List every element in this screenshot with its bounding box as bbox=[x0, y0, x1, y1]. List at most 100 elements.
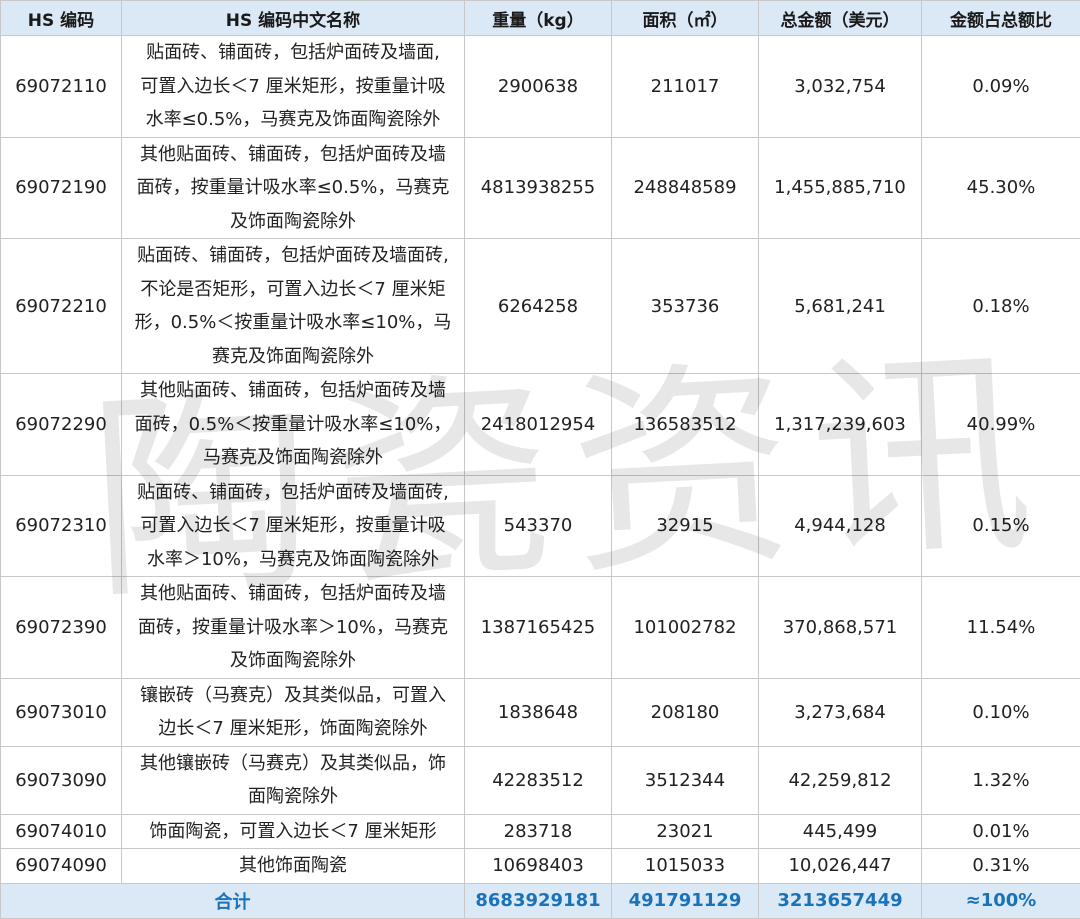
hs-code-cell: 69072290 bbox=[1, 374, 122, 476]
total-weight: 8683929181 bbox=[465, 883, 612, 918]
share-cell: 0.15% bbox=[922, 475, 1080, 577]
area-cell: 211017 bbox=[612, 36, 759, 138]
area-cell: 136583512 bbox=[612, 374, 759, 476]
column-header: 重量（kg） bbox=[465, 1, 612, 36]
hs-name-line: 其他贴面砖、铺面砖，包括炉面砖及墙 bbox=[128, 138, 458, 172]
share-cell: 0.10% bbox=[922, 678, 1080, 746]
share-cell: 0.09% bbox=[922, 36, 1080, 138]
hs-name-line: 镶嵌砖（马赛克）及其类似品，可置入 bbox=[128, 679, 458, 713]
hs-name-line: 其他贴面砖、铺面砖，包括炉面砖及墙 bbox=[128, 577, 458, 611]
hs-name-cell: 贴面砖、铺面砖，包括炉面砖及墙面砖,可置入边长＜7 厘米矩形，按重量计吸水率＞1… bbox=[122, 475, 465, 577]
hs-name-cell: 镶嵌砖（马赛克）及其类似品，可置入边长＜7 厘米矩形，饰面陶瓷除外 bbox=[122, 678, 465, 746]
hs-name-line: 可置入边长＜7 厘米矩形，按重量计吸 bbox=[128, 70, 458, 104]
hs-code-cell: 69074010 bbox=[1, 814, 122, 849]
amount-cell: 445,499 bbox=[759, 814, 922, 849]
amount-cell: 42,259,812 bbox=[759, 746, 922, 814]
amount-cell: 3,273,684 bbox=[759, 678, 922, 746]
column-header: HS 编码中文名称 bbox=[122, 1, 465, 36]
hs-name-line: 边长＜7 厘米矩形，饰面陶瓷除外 bbox=[128, 712, 458, 746]
amount-cell: 3,032,754 bbox=[759, 36, 922, 138]
total-area: 491791129 bbox=[612, 883, 759, 918]
table-row: 69072110贴面砖、铺面砖，包括炉面砖及墙面,可置入边长＜7 厘米矩形，按重… bbox=[1, 36, 1080, 138]
weight-cell: 1387165425 bbox=[465, 577, 612, 679]
column-header: HS 编码 bbox=[1, 1, 122, 36]
hs-name-line: 其他贴面砖、铺面砖，包括炉面砖及墙 bbox=[128, 374, 458, 408]
column-header: 金额占总额比 bbox=[922, 1, 1080, 36]
share-cell: 0.31% bbox=[922, 849, 1080, 884]
share-cell: 0.18% bbox=[922, 239, 1080, 374]
hs-code-cell: 69074090 bbox=[1, 849, 122, 884]
hs-name-line: 面砖，按重量计吸水率≤0.5%，马赛克 bbox=[128, 171, 458, 205]
table-row: 69072190其他贴面砖、铺面砖，包括炉面砖及墙面砖，按重量计吸水率≤0.5%… bbox=[1, 137, 1080, 239]
hs-name-line: 赛克及饰面陶瓷除外 bbox=[128, 340, 458, 374]
hs-name-line: 水率＞10%，马赛克及饰面陶瓷除外 bbox=[128, 543, 458, 577]
table-row: 69072390其他贴面砖、铺面砖，包括炉面砖及墙面砖，按重量计吸水率＞10%，… bbox=[1, 577, 1080, 679]
hs-name-line: 可置入边长＜7 厘米矩形，按重量计吸 bbox=[128, 509, 458, 543]
hs-name-line: 面陶瓷除外 bbox=[128, 780, 458, 814]
total-row: 合计 8683929181 491791129 3213657449 ≈100% bbox=[1, 883, 1080, 918]
hs-name-line: 及饰面陶瓷除外 bbox=[128, 205, 458, 239]
column-header: 面积（㎡） bbox=[612, 1, 759, 36]
hs-name-line: 形，0.5%＜按重量计吸水率≤10%，马 bbox=[128, 306, 458, 340]
weight-cell: 2418012954 bbox=[465, 374, 612, 476]
weight-cell: 1838648 bbox=[465, 678, 612, 746]
amount-cell: 10,026,447 bbox=[759, 849, 922, 884]
weight-cell: 6264258 bbox=[465, 239, 612, 374]
hs-name-line: 其他镶嵌砖（马赛克）及其类似品，饰 bbox=[128, 747, 458, 781]
hs-name-line: 水率≤0.5%，马赛克及饰面陶瓷除外 bbox=[128, 103, 458, 137]
header-row: HS 编码HS 编码中文名称重量（kg）面积（㎡）总金额（美元）金额占总额比 bbox=[1, 1, 1080, 36]
hs-name-line: 贴面砖、铺面砖，包括炉面砖及墙面砖, bbox=[128, 476, 458, 510]
hs-name-cell: 其他贴面砖、铺面砖，包括炉面砖及墙面砖，按重量计吸水率≤0.5%，马赛克及饰面陶… bbox=[122, 137, 465, 239]
hs-code-cell: 69072210 bbox=[1, 239, 122, 374]
table-row: 69073090其他镶嵌砖（马赛克）及其类似品，饰面陶瓷除外4228351235… bbox=[1, 746, 1080, 814]
hs-code-cell: 69072390 bbox=[1, 577, 122, 679]
hs-name-line: 贴面砖、铺面砖，包括炉面砖及墙面, bbox=[128, 36, 458, 70]
amount-cell: 370,868,571 bbox=[759, 577, 922, 679]
hs-name-cell: 其他贴面砖、铺面砖，包括炉面砖及墙面砖，0.5%＜按重量计吸水率≤10%，马赛克… bbox=[122, 374, 465, 476]
table-row: 69074010饰面陶瓷，可置入边长＜7 厘米矩形28371823021445,… bbox=[1, 814, 1080, 849]
weight-cell: 543370 bbox=[465, 475, 612, 577]
column-header: 总金额（美元） bbox=[759, 1, 922, 36]
hs-code-table: HS 编码HS 编码中文名称重量（kg）面积（㎡）总金额（美元）金额占总额比 6… bbox=[0, 0, 1080, 919]
amount-cell: 4,944,128 bbox=[759, 475, 922, 577]
table-body: 69072110贴面砖、铺面砖，包括炉面砖及墙面,可置入边长＜7 厘米矩形，按重… bbox=[1, 36, 1080, 884]
area-cell: 3512344 bbox=[612, 746, 759, 814]
area-cell: 101002782 bbox=[612, 577, 759, 679]
area-cell: 23021 bbox=[612, 814, 759, 849]
hs-name-cell: 贴面砖、铺面砖，包括炉面砖及墙面,可置入边长＜7 厘米矩形，按重量计吸水率≤0.… bbox=[122, 36, 465, 138]
area-cell: 208180 bbox=[612, 678, 759, 746]
hs-code-cell: 69073010 bbox=[1, 678, 122, 746]
total-amount: 3213657449 bbox=[759, 883, 922, 918]
share-cell: 45.30% bbox=[922, 137, 1080, 239]
share-cell: 40.99% bbox=[922, 374, 1080, 476]
hs-name-line: 及饰面陶瓷除外 bbox=[128, 644, 458, 678]
share-cell: 0.01% bbox=[922, 814, 1080, 849]
area-cell: 353736 bbox=[612, 239, 759, 374]
hs-name-line: 贴面砖、铺面砖，包括炉面砖及墙面砖, bbox=[128, 239, 458, 273]
hs-name-cell: 其他饰面陶瓷 bbox=[122, 849, 465, 884]
hs-name-cell: 饰面陶瓷，可置入边长＜7 厘米矩形 bbox=[122, 814, 465, 849]
area-cell: 248848589 bbox=[612, 137, 759, 239]
hs-code-cell: 69073090 bbox=[1, 746, 122, 814]
hs-name-line: 饰面陶瓷，可置入边长＜7 厘米矩形 bbox=[128, 815, 458, 849]
area-cell: 32915 bbox=[612, 475, 759, 577]
amount-cell: 5,681,241 bbox=[759, 239, 922, 374]
hs-name-cell: 其他贴面砖、铺面砖，包括炉面砖及墙面砖，按重量计吸水率＞10%，马赛克及饰面陶瓷… bbox=[122, 577, 465, 679]
weight-cell: 10698403 bbox=[465, 849, 612, 884]
table-row: 69074090其他饰面陶瓷10698403101503310,026,4470… bbox=[1, 849, 1080, 884]
hs-name-cell: 贴面砖、铺面砖，包括炉面砖及墙面砖,不论是否矩形，可置入边长＜7 厘米矩形，0.… bbox=[122, 239, 465, 374]
share-cell: 11.54% bbox=[922, 577, 1080, 679]
weight-cell: 283718 bbox=[465, 814, 612, 849]
hs-code-cell: 69072110 bbox=[1, 36, 122, 138]
area-cell: 1015033 bbox=[612, 849, 759, 884]
hs-code-cell: 69072310 bbox=[1, 475, 122, 577]
table-container: HS 编码HS 编码中文名称重量（kg）面积（㎡）总金额（美元）金额占总额比 6… bbox=[0, 0, 1080, 909]
total-share: ≈100% bbox=[922, 883, 1080, 918]
amount-cell: 1,455,885,710 bbox=[759, 137, 922, 239]
table-row: 69072290其他贴面砖、铺面砖，包括炉面砖及墙面砖，0.5%＜按重量计吸水率… bbox=[1, 374, 1080, 476]
weight-cell: 4813938255 bbox=[465, 137, 612, 239]
hs-code-cell: 69072190 bbox=[1, 137, 122, 239]
weight-cell: 2900638 bbox=[465, 36, 612, 138]
hs-name-line: 不论是否矩形，可置入边长＜7 厘米矩 bbox=[128, 273, 458, 307]
hs-name-line: 马赛克及饰面陶瓷除外 bbox=[128, 441, 458, 475]
